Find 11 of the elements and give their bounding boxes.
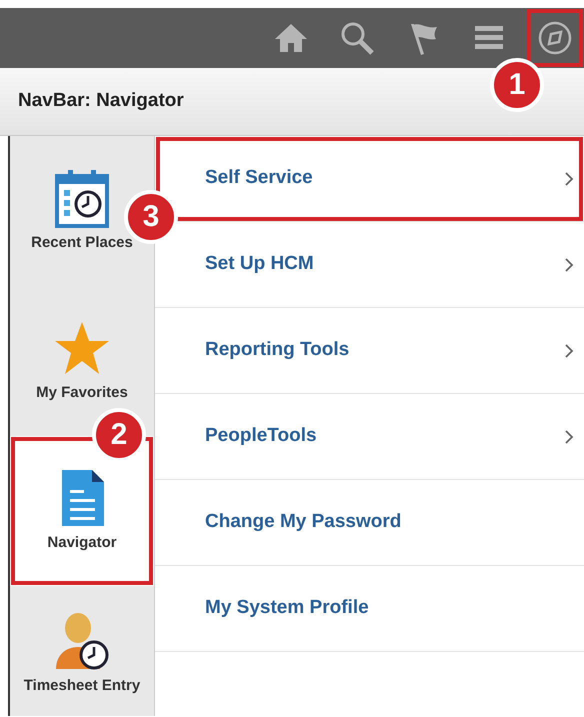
compass-button[interactable] xyxy=(526,8,584,68)
person-clock-icon xyxy=(54,610,110,671)
sidebar-item[interactable]: Timesheet Entry xyxy=(10,586,154,716)
chevron-right-icon xyxy=(564,428,574,444)
calendar-clock-icon xyxy=(54,168,110,228)
chevron-right-icon xyxy=(564,170,574,186)
page-title: NavBar: Navigator xyxy=(18,89,184,114)
chevron-right-icon xyxy=(564,256,574,272)
compass-icon xyxy=(537,20,573,56)
search-icon xyxy=(339,20,375,56)
chevron-right-icon xyxy=(564,342,574,358)
